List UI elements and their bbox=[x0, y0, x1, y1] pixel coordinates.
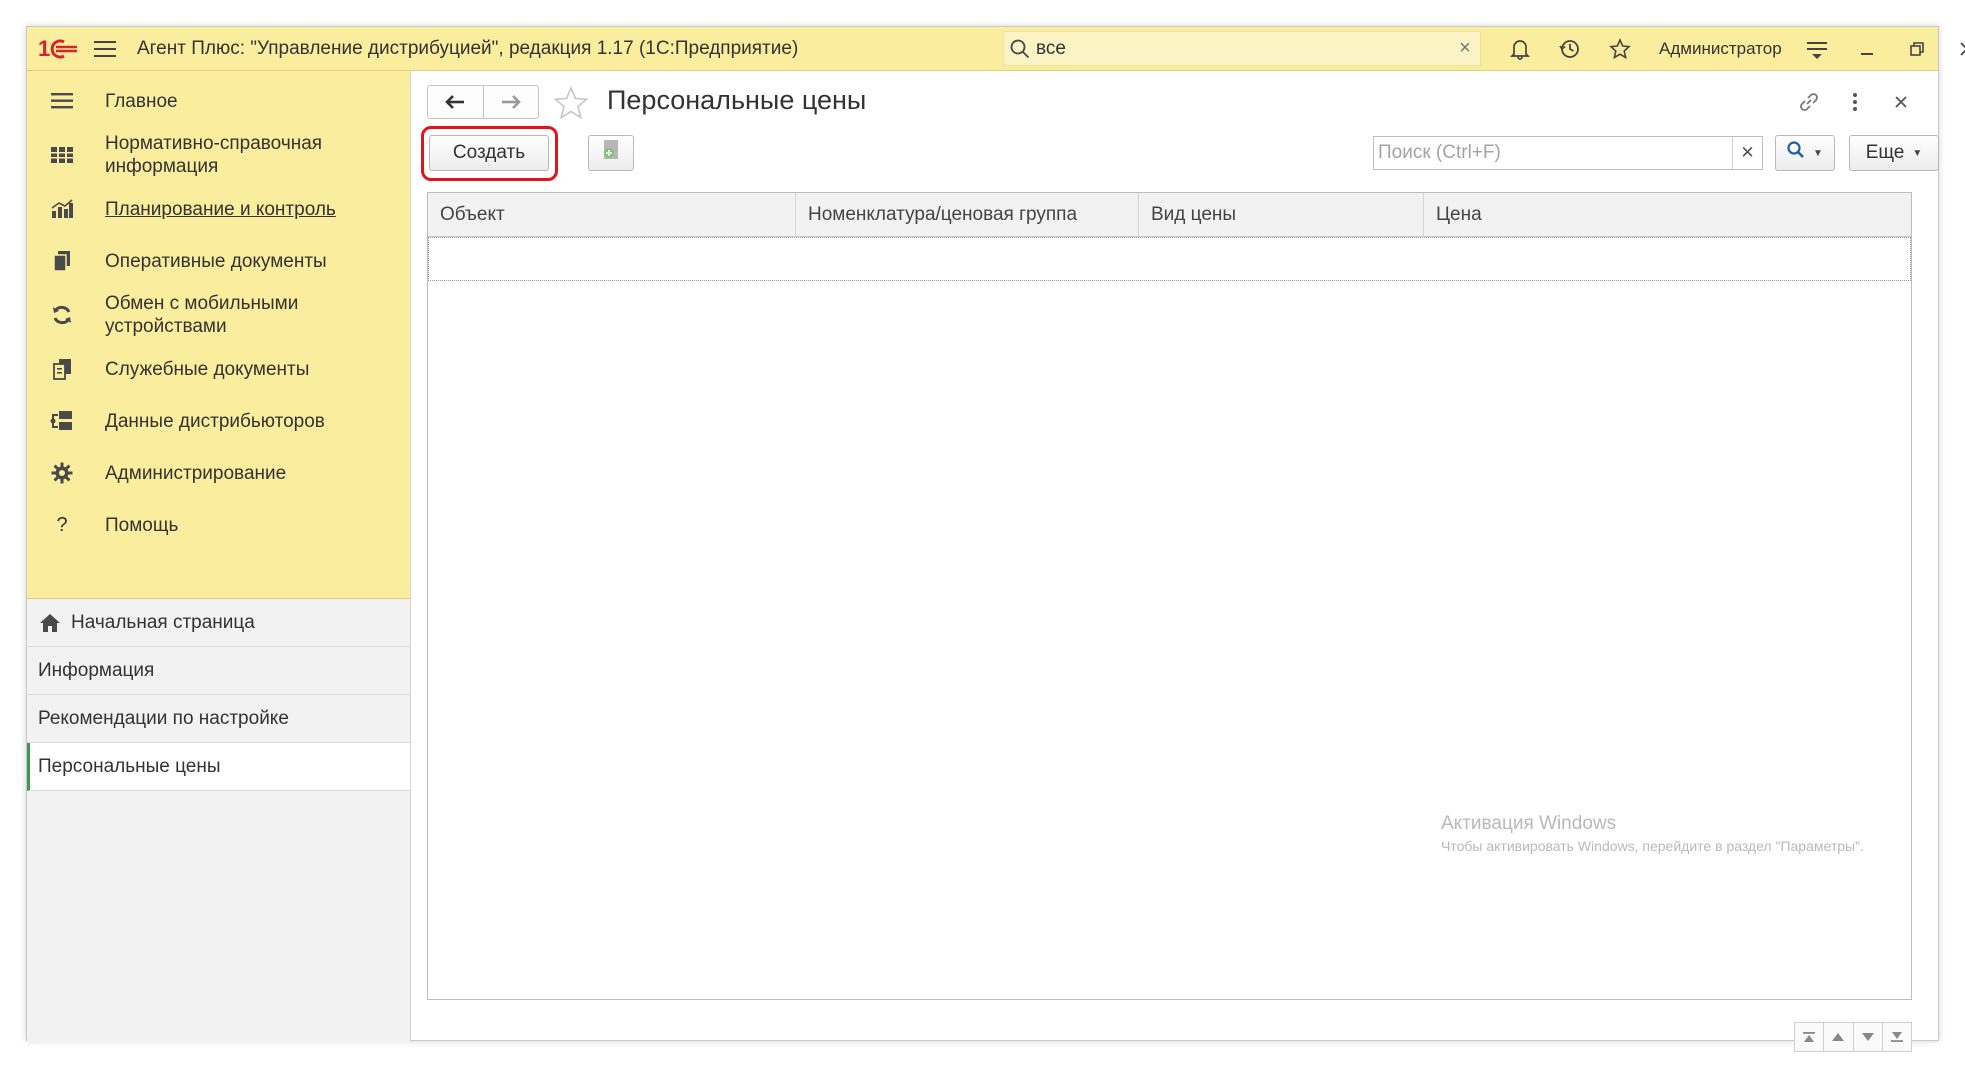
bell-icon[interactable] bbox=[1495, 27, 1545, 71]
star-icon[interactable] bbox=[1595, 27, 1645, 71]
column-object[interactable]: Объект bbox=[428, 193, 796, 236]
documents-icon bbox=[47, 246, 77, 276]
user-name[interactable]: Администратор bbox=[1659, 39, 1782, 59]
search-icon bbox=[1004, 39, 1036, 59]
sections-panel: Главное Нормативно-справочная информация… bbox=[27, 71, 410, 599]
column-price-type[interactable]: Вид цены bbox=[1139, 193, 1424, 236]
app-title: Агент Плюс: "Управление дистрибуцией", р… bbox=[137, 37, 799, 59]
scroll-top-icon[interactable] bbox=[1795, 1023, 1823, 1051]
section-operative-docs[interactable]: Оперативные документы bbox=[27, 235, 410, 287]
open-item-information[interactable]: Информация bbox=[27, 647, 410, 695]
title-bar: 1 Агент Плюс: "Управление дистрибуцией",… bbox=[27, 27, 1965, 71]
1c-logo-icon: 1 bbox=[33, 27, 83, 71]
form-tools bbox=[1786, 85, 1924, 119]
windows-activation-watermark: Активация Windows Чтобы активировать Win… bbox=[1441, 813, 1864, 854]
nav-buttons bbox=[427, 85, 539, 119]
column-nomenclature[interactable]: Номенклатура/ценовая группа bbox=[796, 193, 1139, 236]
copy-document-icon bbox=[601, 138, 621, 168]
clear-list-search-icon[interactable]: ✕ bbox=[1732, 137, 1762, 169]
minimize-icon[interactable] bbox=[1842, 27, 1892, 71]
chevron-down-icon: ▼ bbox=[1813, 147, 1823, 159]
scroll-bottom-icon[interactable] bbox=[1881, 1023, 1911, 1051]
section-help[interactable]: ? Помощь bbox=[27, 499, 410, 551]
column-price[interactable]: Цена bbox=[1424, 193, 1911, 236]
restore-icon[interactable] bbox=[1892, 27, 1942, 71]
svg-text:1: 1 bbox=[38, 37, 50, 61]
global-search[interactable]: × bbox=[1003, 31, 1481, 66]
scroll-up-icon[interactable] bbox=[1823, 1023, 1852, 1051]
search-options-button[interactable]: ▼ bbox=[1775, 135, 1835, 171]
distributor-data-icon bbox=[47, 406, 77, 436]
table-header: Объект Номенклатура/ценовая группа Вид ц… bbox=[428, 193, 1911, 237]
search-icon bbox=[1787, 141, 1805, 165]
more-vertical-icon[interactable] bbox=[1832, 85, 1878, 119]
close-window-icon[interactable] bbox=[1942, 27, 1965, 71]
home-icon bbox=[39, 613, 61, 633]
table-row[interactable] bbox=[428, 237, 1911, 281]
reference-icon bbox=[47, 140, 77, 170]
page-title: Персональные цены bbox=[607, 85, 867, 115]
main-menu-icon[interactable] bbox=[89, 27, 121, 71]
open-item-home[interactable]: Начальная страница bbox=[27, 599, 410, 647]
open-item-personal-prices[interactable]: Персональные цены bbox=[27, 743, 410, 791]
main-form: Персональные цены Создать ✕ bbox=[412, 71, 1939, 1052]
open-windows-list: Начальная страница Информация Рекомендац… bbox=[27, 599, 410, 791]
sync-icon bbox=[47, 300, 77, 330]
link-icon[interactable] bbox=[1786, 85, 1832, 119]
clear-search-icon[interactable]: × bbox=[1450, 37, 1480, 60]
bar-chart-icon bbox=[47, 194, 77, 224]
app-window: 1 Агент Плюс: "Управление дистрибуцией",… bbox=[26, 26, 1965, 1052]
gear-icon bbox=[47, 458, 77, 488]
open-item-setup-recommendations[interactable]: Рекомендации по настройке bbox=[27, 695, 410, 743]
close-form-icon[interactable] bbox=[1878, 85, 1924, 119]
section-main[interactable]: Главное bbox=[27, 75, 410, 127]
global-search-input[interactable] bbox=[1036, 32, 1450, 65]
section-reference[interactable]: Нормативно-справочная информация bbox=[27, 127, 410, 183]
table-scroll-buttons bbox=[1794, 1022, 1912, 1052]
question-icon: ? bbox=[56, 513, 68, 536]
menu-lines-icon bbox=[47, 86, 77, 116]
list-search-input[interactable] bbox=[1374, 137, 1732, 169]
service-docs-icon bbox=[47, 354, 77, 384]
chevron-down-icon: ▼ bbox=[1912, 147, 1923, 159]
create-button[interactable]: Создать bbox=[429, 135, 549, 171]
history-icon[interactable] bbox=[1545, 27, 1595, 71]
back-arrow-icon[interactable] bbox=[428, 86, 483, 118]
list-search[interactable]: ✕ bbox=[1373, 136, 1763, 170]
favorite-star-icon[interactable] bbox=[553, 85, 589, 126]
section-administration[interactable]: Администрирование bbox=[27, 447, 410, 499]
section-service-docs[interactable]: Служебные документы bbox=[27, 343, 410, 395]
more-button[interactable]: Еще ▼ bbox=[1849, 135, 1939, 171]
prices-table[interactable]: Объект Номенклатура/ценовая группа Вид ц… bbox=[427, 192, 1912, 1000]
section-distributor-data[interactable]: Данные дистрибьюторов bbox=[27, 395, 410, 447]
section-planning[interactable]: Планирование и контроль bbox=[27, 183, 410, 235]
settings-menu-icon[interactable] bbox=[1792, 27, 1842, 71]
scroll-down-icon[interactable] bbox=[1852, 1023, 1882, 1051]
title-bar-tools: Администратор bbox=[1495, 27, 1965, 71]
copy-button[interactable] bbox=[588, 135, 634, 171]
sidebar: Главное Нормативно-справочная информация… bbox=[27, 71, 411, 1042]
forward-arrow-icon[interactable] bbox=[482, 86, 539, 118]
section-mobile-exchange[interactable]: Обмен с мобильными устройствами bbox=[27, 287, 410, 343]
